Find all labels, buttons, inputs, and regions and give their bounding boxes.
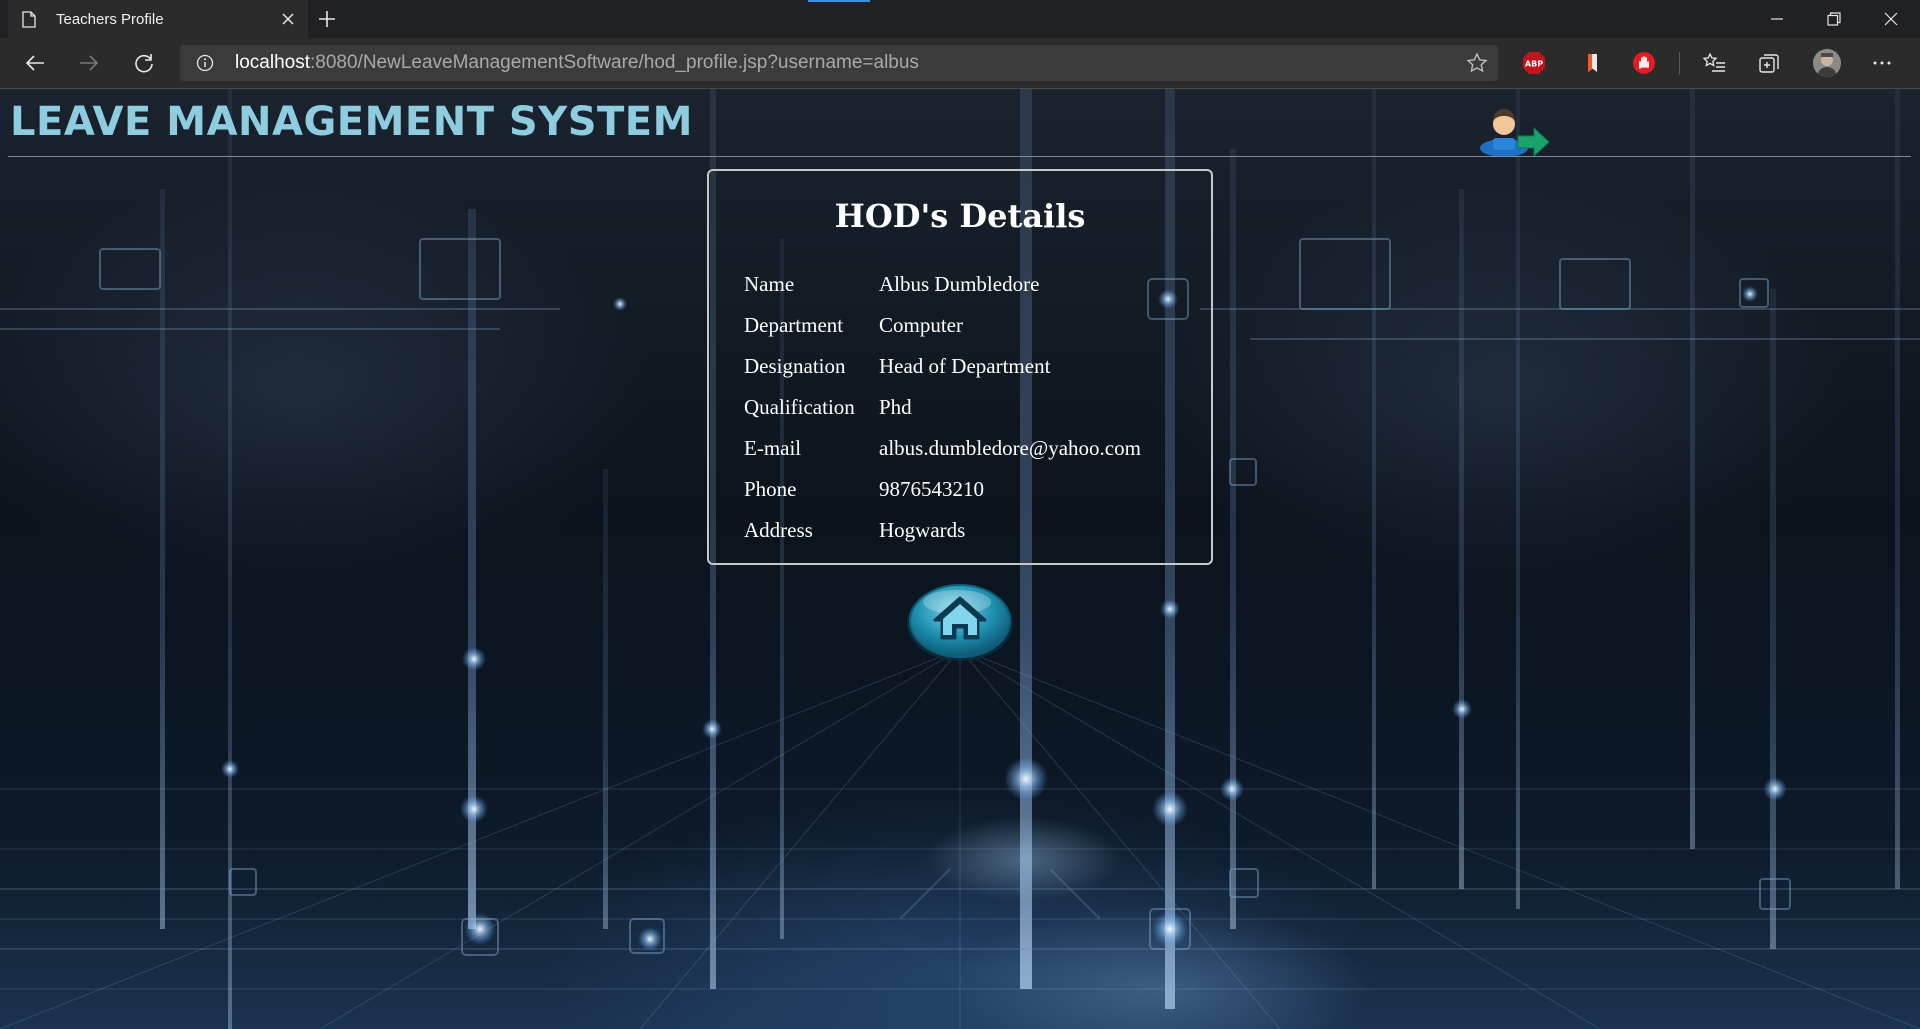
row-label: Name: [744, 272, 795, 296]
adblock-label: ABP: [1525, 60, 1543, 69]
toolbar-divider: [1679, 52, 1680, 74]
url-path: :8080/NewLeaveManagementSoftware/hod_pro…: [310, 52, 919, 73]
restore-icon[interactable]: [1805, 0, 1863, 38]
browser-tab[interactable]: Teachers Profile: [8, 0, 308, 38]
table-row: Department Computer: [744, 305, 1141, 346]
url-text[interactable]: localhost:8080/NewLeaveManagementSoftwar…: [235, 52, 919, 74]
bookmark-extension-icon[interactable]: [1580, 51, 1604, 75]
table-row: Address Hogwards: [744, 510, 1141, 551]
loading-indicator: [808, 0, 870, 2]
tab-title: Teachers Profile: [56, 10, 164, 28]
close-icon[interactable]: [278, 9, 298, 29]
row-value: Phd: [879, 395, 912, 419]
table-row: Qualification Phd: [744, 387, 1141, 428]
table-row: Name Albus Dumbledore: [744, 264, 1141, 305]
close-window-icon[interactable]: [1862, 0, 1920, 38]
header-divider: [8, 156, 1911, 157]
row-label: Address: [744, 518, 813, 542]
site-title: LEAVE MANAGEMENT SYSTEM: [10, 99, 693, 145]
table-row: Designation Head of Department: [744, 346, 1141, 387]
forward-arrow-icon[interactable]: [74, 48, 104, 78]
browser-toolbar: localhost:8080/NewLeaveManagementSoftwar…: [0, 38, 1920, 89]
info-icon[interactable]: [196, 54, 214, 76]
minimize-icon[interactable]: [1748, 0, 1806, 38]
logout-icon[interactable]: [1478, 104, 1554, 158]
collections-icon[interactable]: [1757, 51, 1781, 75]
document-icon: [22, 10, 36, 28]
adblock-icon[interactable]: ABP: [1522, 51, 1546, 75]
row-value: Hogwards: [879, 518, 966, 542]
browser-titlebar: Teachers Profile: [0, 0, 1920, 38]
profile-avatar[interactable]: [1813, 49, 1841, 77]
star-icon[interactable]: [1466, 52, 1488, 78]
row-label: E-mail: [744, 436, 802, 460]
page-content: LEAVE MANAGEMENT SYSTEM HOD's Details Na…: [0, 89, 1920, 1029]
more-icon[interactable]: [1870, 51, 1894, 75]
home-icon: [907, 584, 1013, 661]
row-value: 9876543210: [879, 477, 984, 501]
row-value: Computer: [879, 313, 963, 337]
row-value: Head of Department: [879, 354, 1051, 378]
url-host: localhost: [235, 52, 310, 73]
back-arrow-icon[interactable]: [20, 48, 50, 78]
row-value: albus.dumbledore@yahoo.com: [879, 436, 1141, 460]
home-button[interactable]: [905, 580, 1015, 662]
favorites-icon[interactable]: [1703, 51, 1727, 75]
row-label: Department: [744, 313, 844, 337]
refresh-icon[interactable]: [129, 48, 159, 78]
row-label: Qualification: [744, 395, 855, 419]
row-value: Albus Dumbledore: [879, 272, 1040, 296]
details-heading: HOD's Details: [834, 197, 1086, 235]
table-row: E-mail albus.dumbledore@yahoo.com: [744, 428, 1141, 469]
row-label: Phone: [744, 477, 797, 501]
plus-icon[interactable]: [316, 8, 338, 30]
row-label: Designation: [744, 354, 846, 378]
table-row: Phone 9876543210: [744, 469, 1141, 510]
hod-details-panel: HOD's Details Name Albus Dumbledore Depar…: [707, 169, 1213, 565]
address-bar[interactable]: localhost:8080/NewLeaveManagementSoftwar…: [180, 45, 1498, 81]
stop-hand-icon[interactable]: [1632, 51, 1656, 75]
details-table: Name Albus Dumbledore Department Computer …: [744, 264, 1141, 551]
